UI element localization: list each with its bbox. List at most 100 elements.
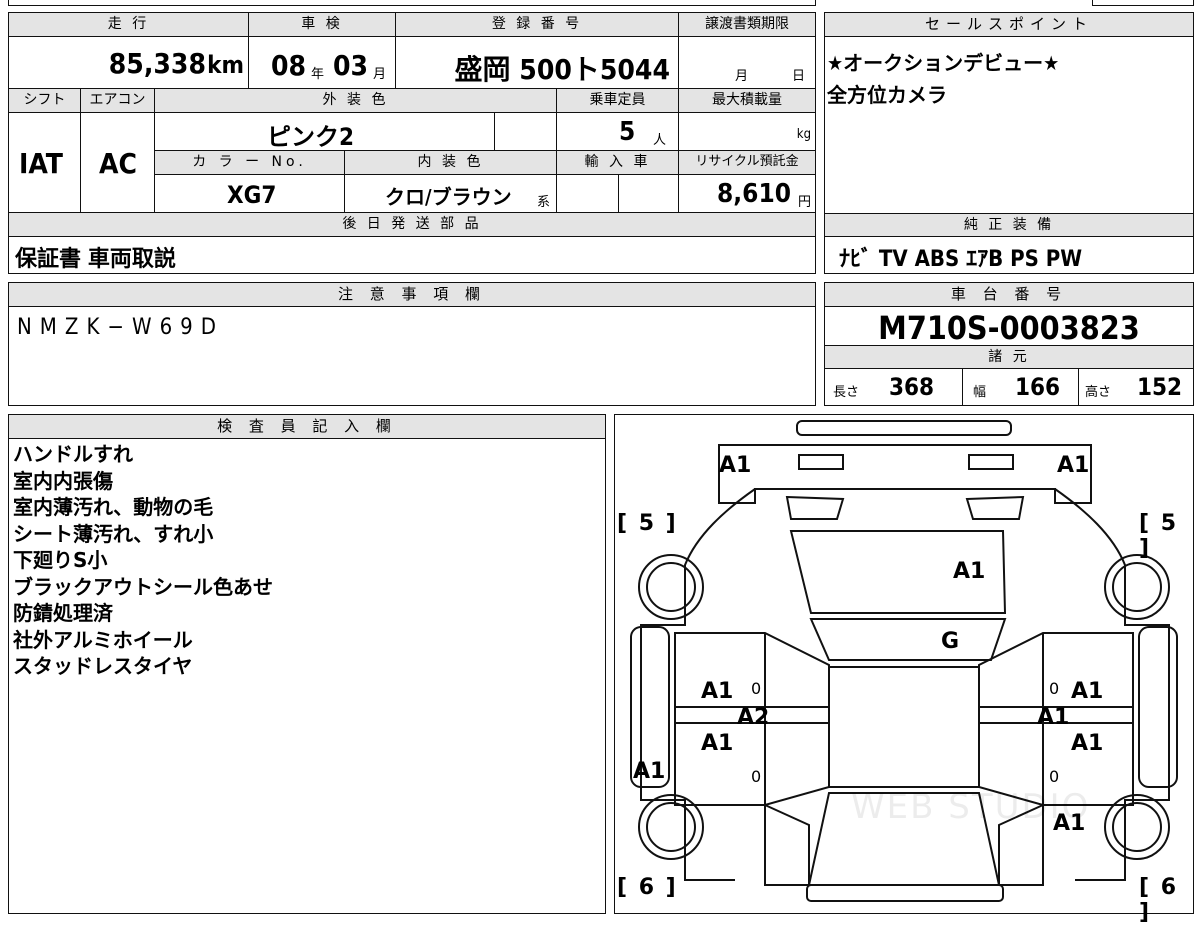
registration-cell: 盛岡 500ト5044 xyxy=(396,37,679,89)
mark-right-center: A1 xyxy=(1037,705,1070,730)
watermark: WEB STUDIO xyxy=(851,787,1091,827)
wheel-front-left xyxy=(638,554,704,620)
height-cell: 高さ 152 xyxy=(1079,369,1193,405)
inspection-cell: 08 年 03 月 xyxy=(249,37,396,89)
mark-left-front-door: A1 xyxy=(701,679,734,704)
wheel-front-right xyxy=(1104,554,1170,620)
roof xyxy=(828,666,980,788)
interior-cell: クロ/ブラウン 系 xyxy=(345,175,557,213)
inspection-year-unit: 年 xyxy=(311,67,325,82)
notes-box: 注 意 事 項 欄 NMZK−W69D xyxy=(8,282,816,406)
capacity-cell: 5 人 xyxy=(557,113,679,151)
inspector-line: スタッドレスタイヤ xyxy=(13,654,193,678)
specs-label: 諸 元 xyxy=(825,345,1193,369)
inspection-year: 08 xyxy=(271,49,307,82)
capacity-value: 5 xyxy=(619,117,636,147)
vehicle-info-table: 走 行 車 検 登 録 番 号 譲渡書類期限 85,338 km 08 年 03… xyxy=(8,12,816,274)
inspector-line: 社外アルミホイール xyxy=(13,627,193,652)
grille xyxy=(785,495,1025,520)
mark-front-right: A1 xyxy=(1057,453,1090,478)
registration-label: 登 録 番 号 xyxy=(396,13,679,37)
inspector-line: ブラックアウトシール色あせ xyxy=(13,574,273,599)
tire-front-right-label: [ 5 ] xyxy=(1139,511,1179,561)
mark-windshield: G xyxy=(941,629,960,654)
inspector-lines: ハンドルすれ 室内内張傷 室内薄汚れ、動物の毛 シート薄汚れ、すれ小 下廻りS小… xyxy=(13,441,273,680)
front-bumper xyxy=(796,420,1012,436)
interior-suffix: 系 xyxy=(536,195,550,210)
mileage-label: 走 行 xyxy=(9,13,249,37)
ac-cell: AC xyxy=(81,113,155,213)
wheel-rear-right-inner xyxy=(1112,802,1162,852)
notes-label: 注 意 事 項 欄 xyxy=(9,283,815,307)
later-parts-value: 保証書 車両取説 xyxy=(15,247,176,272)
mark-zero: 0 xyxy=(751,679,762,698)
transfer-day-unit: 日 xyxy=(791,69,805,84)
tire-rear-left-label: [ 6 ] xyxy=(617,875,678,900)
color-no-cell: XG7 xyxy=(155,175,345,213)
shift-cell: IAT xyxy=(9,113,81,213)
front-panel xyxy=(718,444,1092,504)
wheel-rear-left-inner xyxy=(646,802,696,852)
mark-zero: 0 xyxy=(1049,767,1060,786)
tire-front-left-label: [ 5 ] xyxy=(617,511,678,536)
transfer-month-unit: 月 xyxy=(735,69,749,84)
chassis-label: 車 台 番 号 xyxy=(825,283,1193,307)
headlight-left xyxy=(798,454,844,470)
mark-right-rear-door: A1 xyxy=(1071,731,1104,756)
car-diagram xyxy=(630,420,1178,902)
wheel-rear-left xyxy=(638,794,704,860)
right-side-panel xyxy=(1138,626,1178,788)
ac-value: AC xyxy=(99,147,137,180)
inspector-line: シート薄汚れ、すれ小 xyxy=(13,521,214,546)
genuine-equipment-label: 純 正 装 備 xyxy=(825,213,1193,237)
inspection-month-unit: 月 xyxy=(373,67,387,82)
tire-rear-right-label: [ 6 ] xyxy=(1139,875,1179,925)
mark-front-left: A1 xyxy=(719,453,752,478)
wheel-rear-right xyxy=(1104,794,1170,860)
mileage-value: 85,338 xyxy=(108,47,206,80)
recycle-cell: 8,610 円 xyxy=(679,175,815,213)
ac-label: エアコン xyxy=(81,89,155,113)
mark-left-rear-door: A1 xyxy=(701,731,734,756)
inspector-label: 検 査 員 記 入 欄 xyxy=(9,415,605,439)
height-label: 高さ xyxy=(1085,385,1112,400)
length-cell: 長さ 368 xyxy=(825,369,963,405)
exterior-blank-cell xyxy=(495,113,557,151)
sales-point-line-1: ★オークションデビュー★ xyxy=(827,51,1060,75)
import-cell-right xyxy=(619,175,679,213)
sales-point-label: セールスポイント xyxy=(825,13,1193,37)
mark-hood: A1 xyxy=(953,559,986,584)
mark-right-front-door: A1 xyxy=(1071,679,1104,704)
headlight-right xyxy=(968,454,1014,470)
shift-label: シフト xyxy=(9,89,81,113)
maxload-label: 最大積載量 xyxy=(679,89,815,113)
top-edge-fragment-right xyxy=(1092,0,1194,6)
mark-left-center: A2 xyxy=(737,705,770,730)
mark-zero: 0 xyxy=(1049,679,1060,698)
width-value: 166 xyxy=(1015,373,1061,401)
wheel-front-right-inner xyxy=(1112,562,1162,612)
rear-fender-left xyxy=(764,803,810,886)
rear-bumper xyxy=(806,884,1004,902)
recycle-value: 8,610 xyxy=(717,179,791,209)
car-diagram-box: [ 5 ] [ 5 ] [ 6 ] [ 6 ] A1 A1 A1 G A1 A2… xyxy=(614,414,1194,925)
mark-left-side: A1 xyxy=(633,759,666,784)
width-cell: 幅 166 xyxy=(963,369,1079,405)
maxload-unit: kg xyxy=(796,127,811,142)
exterior-label: 外 装 色 xyxy=(155,89,557,113)
interior-label: 内 装 色 xyxy=(345,151,557,175)
wheel-front-left-inner xyxy=(646,562,696,612)
width-label: 幅 xyxy=(973,385,987,400)
capacity-unit: 人 xyxy=(653,133,667,148)
recycle-unit: 円 xyxy=(797,195,811,210)
inspector-line: 室内薄汚れ、動物の毛 xyxy=(13,495,214,519)
inspection-label: 車 検 xyxy=(249,13,396,37)
shift-value: IAT xyxy=(19,147,63,180)
mark-zero: 0 xyxy=(751,767,762,786)
length-value: 368 xyxy=(889,373,935,401)
inspection-month: 03 xyxy=(333,49,369,82)
inspector-line: 下廻りS小 xyxy=(13,548,108,572)
transfer-label: 譲渡書類期限 xyxy=(679,13,815,37)
capacity-label: 乗車定員 xyxy=(557,89,679,113)
interior-value: クロ/ブラウン xyxy=(385,185,512,209)
